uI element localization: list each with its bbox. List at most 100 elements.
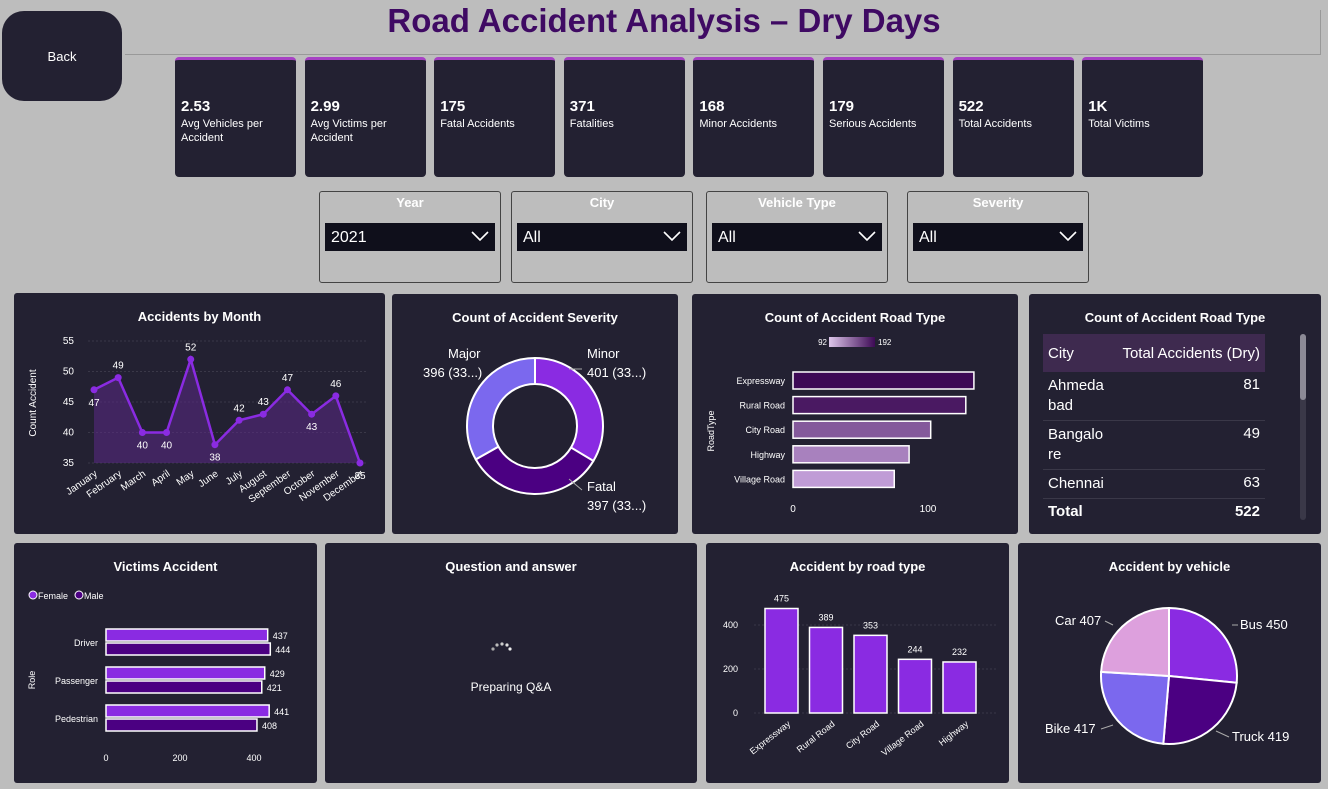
data-label: 437 <box>273 631 288 641</box>
scrollbar-thumb[interactable] <box>1300 334 1306 400</box>
bar[interactable] <box>105 704 270 718</box>
x-tick-label: March <box>119 468 148 493</box>
pie-slice[interactable] <box>1100 670 1171 745</box>
kpi-label: Avg Vehicles per Accident <box>181 118 263 144</box>
filter-dropdown[interactable]: 2021 <box>325 223 495 251</box>
kpi-card: 2.99 Avg Victims per Accident <box>304 57 426 177</box>
data-label: 408 <box>262 721 277 731</box>
pie-slice[interactable] <box>1100 606 1170 678</box>
data-label: 429 <box>270 669 285 679</box>
chevron-down-icon <box>1059 231 1077 242</box>
donut-slice[interactable] <box>474 445 595 495</box>
x-tick-label: City Road <box>844 719 881 751</box>
bar[interactable] <box>897 658 933 714</box>
data-label: 43 <box>306 422 318 433</box>
bar[interactable] <box>792 371 975 390</box>
data-point[interactable] <box>308 410 316 418</box>
data-label: 353 <box>863 620 878 630</box>
bar[interactable] <box>942 661 977 714</box>
y-tick-label: City Road <box>745 425 785 435</box>
back-button[interactable]: Back <box>2 11 122 101</box>
filter-city: City All <box>511 191 693 283</box>
kpi-label: Total Victims <box>1088 118 1150 130</box>
data-label: 43 <box>258 397 270 408</box>
kpi-label: Fatalities <box>569 118 614 130</box>
bar[interactable] <box>105 642 272 656</box>
x-tick-label: Highway <box>937 718 971 747</box>
data-point[interactable] <box>163 429 171 436</box>
month-line-chart[interactable]: 5550454035Count Accident 47January49Febru… <box>14 293 385 534</box>
data-point[interactable] <box>259 410 267 418</box>
y-tick-label: Village Road <box>734 474 785 484</box>
bar[interactable] <box>105 680 263 694</box>
kpi-value: 168 <box>699 98 725 115</box>
slice-label: Bus 450 <box>1240 617 1288 632</box>
y-axis-label: RoadType <box>706 410 716 451</box>
data-point[interactable] <box>90 386 98 394</box>
bar[interactable] <box>808 626 844 714</box>
data-point[interactable] <box>114 374 122 382</box>
data-point[interactable] <box>235 416 243 424</box>
bar[interactable] <box>105 666 266 680</box>
data-label: 52 <box>185 342 197 353</box>
roadtype-column-card: Accident by road type 400 200 0 475 Expressw… <box>706 543 1009 783</box>
data-point[interactable] <box>211 441 219 449</box>
table-row[interactable]: Bangalo re 49 <box>1043 421 1265 470</box>
kpi-card: 175 Fatal Accidents <box>434 57 556 177</box>
filter-dropdown[interactable]: All <box>517 223 687 251</box>
chevron-down-icon <box>471 231 489 242</box>
kpi-card: 371 Fatalities <box>563 57 685 177</box>
column-header-city[interactable]: City <box>1048 345 1074 362</box>
y-tick-label: 50 <box>63 367 75 378</box>
qa-status: Preparing Q&A <box>470 680 552 694</box>
bar[interactable] <box>105 628 269 642</box>
color-scale-legend <box>829 337 875 347</box>
kpi-label: Total Accidents <box>958 118 1032 130</box>
victims-bar-chart[interactable]: Female Male 437 444 Driver 429 421 Passenger 441… <box>14 543 317 783</box>
table-row[interactable]: Chennai 63 <box>1043 470 1265 499</box>
column-header-total[interactable]: Total Accidents (Dry) <box>1122 345 1260 362</box>
bar[interactable] <box>792 420 932 439</box>
data-label: 421 <box>267 683 282 693</box>
slice-name-label: Minor <box>587 346 620 361</box>
qa-title: Question and answer <box>445 559 577 574</box>
city-table-card: Count of Accident Road Type City Total A… <box>1029 294 1321 534</box>
total-value: 522 <box>1234 503 1260 520</box>
x-tick-label: May <box>175 468 197 488</box>
bar[interactable] <box>792 395 967 415</box>
filter-severity: Severity All <box>907 191 1089 283</box>
severity-donut-chart[interactable]: Major 396 (33...) Minor 401 (33...) Fatal 397… <box>392 294 678 534</box>
data-label: 475 <box>774 594 789 604</box>
x-tick-label: April <box>150 468 173 488</box>
roadtype-bar-chart[interactable]: 92 192 Expressway Rural Road City Road Highwa… <box>692 294 1018 534</box>
bar[interactable] <box>853 634 888 714</box>
kpi-card: 179 Serious Accidents <box>823 57 944 177</box>
legend-label: Female <box>38 591 68 601</box>
y-tick-label: Highway <box>750 450 785 460</box>
filter-dropdown[interactable]: All <box>712 223 882 251</box>
data-label: 444 <box>275 645 290 655</box>
pie-slice[interactable] <box>1162 674 1238 745</box>
bar[interactable] <box>792 445 910 464</box>
table-cell-value: 81 <box>1243 376 1260 393</box>
filter-dropdown[interactable]: All <box>913 223 1083 251</box>
bar[interactable] <box>105 718 258 732</box>
data-point[interactable] <box>138 429 146 436</box>
slice-value-label: 401 (33...) <box>587 365 646 380</box>
data-point[interactable] <box>187 355 195 363</box>
kpi-value: 175 <box>440 98 466 115</box>
leader-line <box>1100 724 1114 730</box>
vehicle-pie-chart[interactable]: Bus 450 Truck 419 Bike 417 Car 407 <box>1018 543 1321 783</box>
bar[interactable] <box>792 469 895 489</box>
roadtype-column-chart[interactable]: 400 200 0 475 Expressway 389 Rural Road 353 City… <box>706 543 1009 783</box>
data-point[interactable] <box>283 386 291 394</box>
pie-slice[interactable] <box>1168 606 1238 684</box>
kpi-card: 1K Total Victims <box>1082 57 1204 177</box>
data-point[interactable] <box>332 392 340 400</box>
data-point[interactable] <box>356 459 364 467</box>
table-row[interactable]: Ahmeda bad 81 <box>1043 372 1265 421</box>
bar[interactable] <box>764 607 799 714</box>
table-scrollbar[interactable] <box>1300 334 1306 520</box>
y-tick-label: 200 <box>723 664 738 674</box>
leader-line <box>1104 620 1114 626</box>
